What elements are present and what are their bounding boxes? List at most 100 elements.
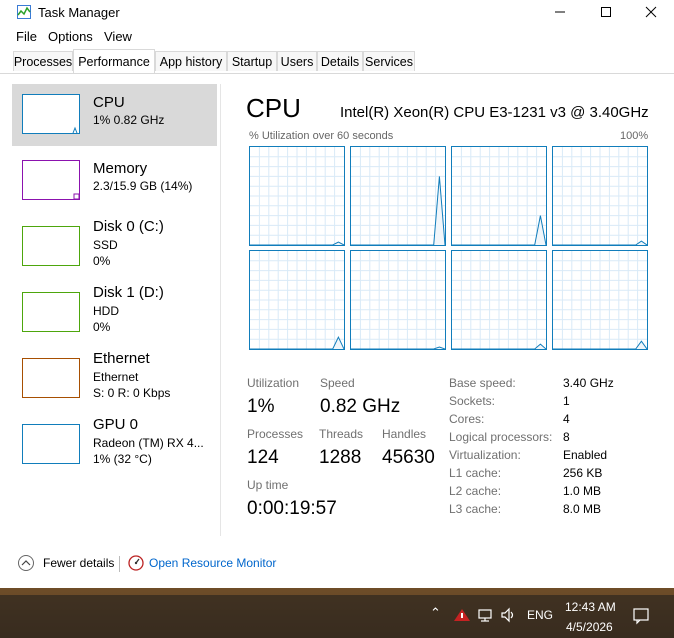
open-resource-monitor-link[interactable]: Open Resource Monitor: [149, 556, 276, 570]
clock-date[interactable]: 4/5/2026: [566, 620, 613, 634]
gpu-thumbnail: [22, 424, 80, 464]
sidebar-item-title: GPU 0: [93, 416, 139, 433]
sidebar-item-disk-0[interactable]: Disk 0 (C:) SSD 0%: [12, 216, 217, 278]
title-bar: Task Manager: [0, 0, 674, 26]
close-icon: [645, 6, 657, 18]
sidebar-item-memory[interactable]: Memory 2.3/15.9 GB (14%): [12, 150, 217, 212]
memory-thumbnail: [22, 160, 80, 200]
task-manager-icon: [17, 5, 31, 19]
chevron-up-icon[interactable]: ⌃: [430, 605, 441, 621]
core-graph-plot: [250, 147, 344, 245]
processes-value: 124: [247, 447, 279, 468]
sidebar-item-detail: 1% 0.82 GHz: [93, 113, 165, 127]
sidebar-item-title: Memory: [93, 160, 148, 177]
network-warning-icon[interactable]: [453, 607, 471, 623]
core-graph-1: [350, 146, 446, 246]
sidebar-item-ethernet[interactable]: Ethernet Ethernet S: 0 R: 0 Kbps: [12, 348, 217, 410]
sidebar-item-gpu-0[interactable]: GPU 0 Radeon (TM) RX 4... 1% (32 °C): [12, 414, 217, 476]
threads-label: Threads: [319, 427, 364, 441]
tab-startup[interactable]: Startup: [227, 51, 277, 71]
core-graph-plot: [351, 147, 445, 245]
disk1-thumbnail: [22, 292, 80, 332]
spec-label: Sockets:: [449, 394, 496, 408]
sidebar-item-cpu[interactable]: CPU 1% 0.82 GHz: [12, 84, 217, 146]
language-indicator[interactable]: ENG: [527, 608, 553, 622]
tab-services[interactable]: Services: [363, 51, 415, 71]
spec-label: L3 cache:: [449, 502, 502, 516]
speed-label: Speed: [320, 376, 355, 390]
fewer-details-link[interactable]: Fewer details: [43, 556, 114, 570]
spec-value: 1: [563, 394, 570, 408]
graph-caption: % Utilization over 60 seconds: [249, 130, 394, 142]
cpu-model-name: Intel(R) Xeon(R) CPU E3-1231 v3 @ 3.40GH…: [340, 104, 649, 121]
tab-users[interactable]: Users: [277, 51, 317, 71]
minimize-icon: [555, 11, 565, 13]
utilization-label: Utilization: [247, 376, 300, 390]
menu-file[interactable]: File: [16, 29, 37, 44]
tab-performance[interactable]: Performance: [73, 49, 155, 73]
resource-monitor-icon[interactable]: [128, 555, 144, 571]
sidebar-item-disk-1[interactable]: Disk 1 (D:) HDD 0%: [12, 282, 217, 344]
spec-value: 3.40 GHz: [563, 376, 614, 390]
pane-divider[interactable]: [220, 84, 221, 536]
core-graph-2: [451, 146, 547, 246]
sidebar-item-title: CPU: [93, 94, 125, 111]
core-graph-4: [249, 250, 345, 350]
clock-time[interactable]: 12:43 AM: [565, 600, 616, 614]
spec-label: Virtualization:: [449, 448, 521, 462]
threads-value: 1288: [319, 447, 362, 468]
handles-value: 45630: [382, 447, 435, 468]
spec-label: Logical processors:: [449, 430, 553, 444]
tab-processes[interactable]: Processes: [13, 51, 73, 71]
core-graph-6: [451, 250, 547, 350]
sidebar-item-title: Disk 1 (D:): [93, 284, 164, 301]
spec-label: L1 cache:: [449, 466, 502, 480]
menu-view[interactable]: View: [104, 29, 132, 44]
menu-bar: File Options View: [0, 28, 674, 46]
footer-divider: [119, 556, 120, 572]
network-icon[interactable]: [477, 607, 495, 623]
utilization-value: 1%: [247, 396, 275, 417]
core-graph-3: [552, 146, 648, 246]
sidebar-item-detail: Radeon (TM) RX 4...: [93, 436, 204, 450]
sidebar-item-detail: HDD: [93, 304, 119, 318]
window-title: Task Manager: [38, 5, 120, 20]
maximize-icon: [601, 7, 611, 17]
sidebar-item-detail-2: S: 0 R: 0 Kbps: [93, 386, 171, 400]
tab-details[interactable]: Details: [317, 51, 363, 71]
uptime-value: 0:00:19:57: [247, 498, 337, 519]
tab-app-history[interactable]: App history: [155, 51, 227, 71]
menu-options[interactable]: Options: [48, 29, 93, 44]
sidebar-item-detail: 2.3/15.9 GB (14%): [93, 179, 193, 193]
notifications-icon[interactable]: [632, 607, 650, 625]
cpu-thumbnail: [22, 94, 80, 134]
core-graph-plot: [452, 147, 546, 245]
ethernet-thumbnail: [22, 358, 80, 398]
core-graph-plot: [250, 251, 344, 349]
chevron-up-icon[interactable]: [18, 555, 34, 571]
spec-label: Cores:: [449, 412, 485, 426]
sidebar-item-detail-2: 0%: [93, 320, 111, 334]
footer-bar: Fewer details Open Resource Monitor: [0, 546, 674, 586]
core-graph-plot: [553, 251, 647, 349]
close-button[interactable]: [628, 0, 674, 24]
task-manager-window: Task Manager File Options View Processes…: [0, 0, 674, 588]
minimize-button[interactable]: [537, 0, 583, 24]
core-graph-5: [350, 250, 446, 350]
maximize-button[interactable]: [583, 0, 629, 24]
spec-value: 4: [563, 412, 570, 426]
spec-value: 8: [563, 430, 570, 444]
volume-icon[interactable]: [500, 607, 518, 623]
spec-value: 8.0 MB: [563, 502, 602, 516]
spec-value: Enabled: [563, 448, 608, 462]
sidebar-item-title: Ethernet: [93, 350, 150, 367]
core-graph-plot: [452, 251, 546, 349]
uptime-label: Up time: [247, 478, 289, 492]
spec-value: 256 KB: [563, 466, 603, 480]
graph-max-label: 100%: [620, 130, 649, 142]
core-graph-0: [249, 146, 345, 246]
sidebar-item-detail-2: 0%: [93, 254, 111, 268]
sidebar-item-detail: SSD: [93, 238, 118, 252]
logical-processor-graphs[interactable]: [249, 146, 648, 350]
spec-label: L2 cache:: [449, 484, 502, 498]
